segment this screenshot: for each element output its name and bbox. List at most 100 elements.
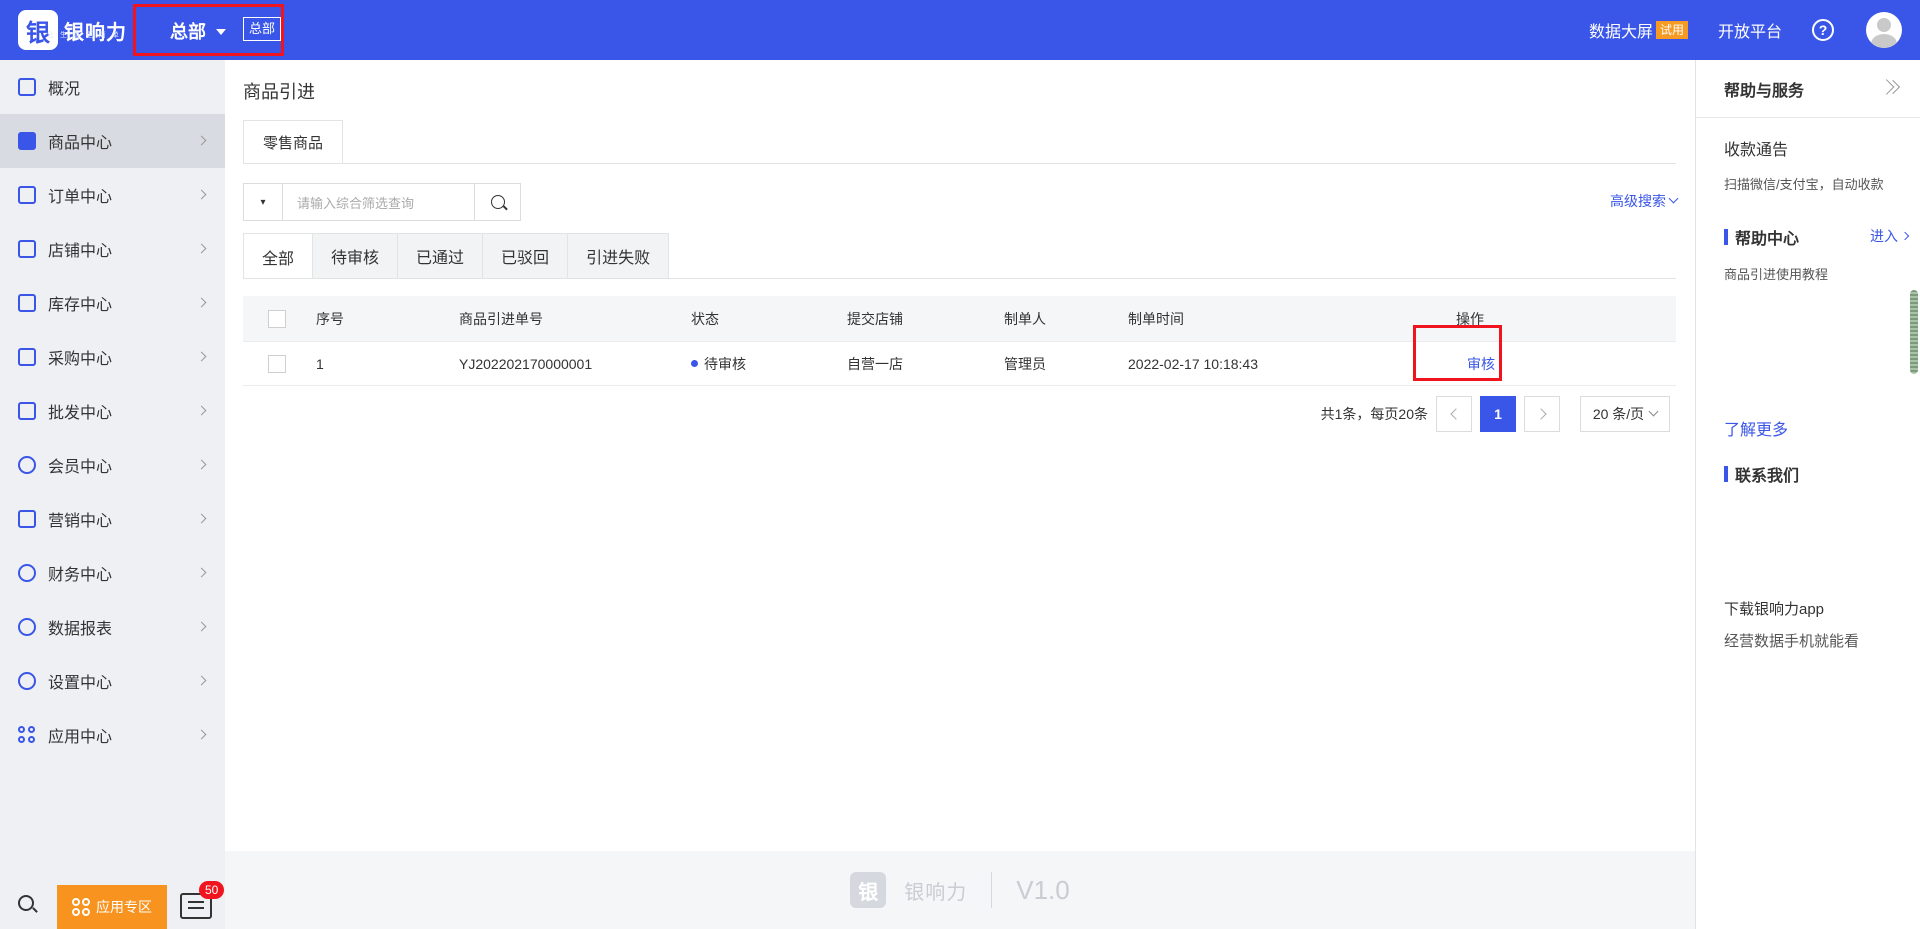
apps-grid-icon bbox=[18, 726, 36, 744]
sidebar-item-apps[interactable]: 应用中心 bbox=[0, 708, 225, 762]
sidebar-item-settings[interactable]: 设置中心 bbox=[0, 654, 225, 708]
chevron-right-icon bbox=[196, 567, 207, 578]
column-header: 商品引进单号 bbox=[459, 310, 543, 327]
tab-retail-goods[interactable]: 零售商品 bbox=[243, 120, 343, 164]
chevron-right-icon bbox=[196, 729, 207, 740]
import-code: YJ202202170000001 bbox=[459, 355, 593, 372]
sidebar-item-wholesale[interactable]: 批发中心 bbox=[0, 384, 225, 438]
data-screen-label: 数据大屏 bbox=[1588, 24, 1653, 41]
tab-failed[interactable]: 引进失败 bbox=[568, 233, 670, 279]
message-count-badge: 50 bbox=[199, 881, 225, 899]
search-icon[interactable] bbox=[18, 895, 34, 911]
chevron-right-icon bbox=[1534, 408, 1547, 420]
contact-label: 联系我们 bbox=[1735, 468, 1800, 485]
prev-page-button[interactable] bbox=[1436, 396, 1472, 432]
app-zone-button[interactable]: 应用专区 bbox=[57, 885, 167, 929]
purchase-icon bbox=[18, 348, 36, 366]
panel-scrollbar[interactable] bbox=[1910, 290, 1918, 374]
help-panel-header: 帮助与服务 bbox=[1696, 60, 1920, 118]
sidebar-item-label: 商品中心 bbox=[48, 135, 113, 152]
status-text: 待审核 bbox=[704, 355, 746, 372]
chevron-right-icon bbox=[1900, 231, 1910, 241]
search-button[interactable] bbox=[475, 183, 521, 221]
search-type-select[interactable]: ▾ bbox=[243, 183, 283, 221]
next-page-button[interactable] bbox=[1524, 396, 1560, 432]
chevron-right-icon bbox=[196, 243, 207, 254]
tab-rejected[interactable]: 已驳回 bbox=[483, 233, 569, 279]
row-checkbox[interactable] bbox=[268, 354, 286, 373]
learn-more-link[interactable]: 了解更多 bbox=[1724, 416, 1788, 440]
data-screen-link[interactable]: 数据大屏 试用 bbox=[1589, 18, 1688, 42]
sidebar: 概况 商品中心 订单中心 店铺中心 库存中心 采购中心 批发中心 会员中心 营销… bbox=[0, 60, 225, 929]
map-icon bbox=[18, 402, 36, 420]
sidebar-item-label: 批发中心 bbox=[48, 405, 113, 422]
avatar[interactable] bbox=[1866, 12, 1902, 48]
gear-icon bbox=[18, 672, 36, 690]
sidebar-item-members[interactable]: 会员中心 bbox=[0, 438, 225, 492]
store-cell: 自营一店 bbox=[847, 355, 903, 372]
sidebar-item-label: 订单中心 bbox=[48, 189, 113, 206]
help-panel: 帮助与服务 收款通告 扫描微信/支付宝，自动收款 帮助中心 进入 商品引进使用教… bbox=[1695, 60, 1920, 929]
help-icon[interactable]: ? bbox=[1812, 19, 1834, 41]
search-bar: ▾ 请输入综合筛选查询 bbox=[243, 183, 521, 221]
chevron-down-icon bbox=[1668, 193, 1679, 203]
home-icon bbox=[18, 78, 36, 96]
tab-divider bbox=[243, 163, 1676, 164]
footer-version: V1.0 bbox=[1016, 874, 1070, 905]
section-bar bbox=[1724, 229, 1728, 245]
download-app-desc: 经营数据手机就能看 bbox=[1724, 633, 1860, 650]
advanced-search-link[interactable]: 高级搜索 bbox=[1610, 191, 1679, 211]
sidebar-item-reports[interactable]: 数据报表 bbox=[0, 600, 225, 654]
chevron-right-icon bbox=[196, 621, 207, 632]
yen-icon bbox=[18, 564, 36, 582]
box-icon bbox=[18, 294, 36, 312]
sidebar-item-purchase[interactable]: 采购中心 bbox=[0, 330, 225, 384]
status-tabs: 全部 待审核 已通过 已驳回 引进失败 bbox=[243, 233, 670, 279]
sidebar-bottom-bar: 应用专区 50 bbox=[0, 879, 225, 929]
help-center-enter-link[interactable]: 进入 bbox=[1870, 226, 1910, 246]
column-header: 提交店铺 bbox=[847, 310, 903, 327]
footer-divider bbox=[991, 872, 993, 908]
chevron-down-icon bbox=[1648, 406, 1659, 416]
chevron-right-icon bbox=[196, 459, 207, 470]
collapse-icon[interactable] bbox=[1885, 79, 1901, 95]
help-panel-title: 帮助与服务 bbox=[1724, 82, 1805, 100]
app-zone-label: 应用专区 bbox=[96, 899, 152, 915]
tutorial-link[interactable]: 商品引进使用教程 bbox=[1724, 264, 1828, 283]
collect-notice-desc: 扫描微信/支付宝，自动收款 bbox=[1724, 177, 1884, 192]
sidebar-item-overview[interactable]: 概况 bbox=[0, 60, 225, 114]
sidebar-item-marketing[interactable]: 营销中心 bbox=[0, 492, 225, 546]
sidebar-item-inventory[interactable]: 库存中心 bbox=[0, 276, 225, 330]
column-header: 制单人 bbox=[1004, 310, 1046, 327]
chevron-right-icon bbox=[196, 351, 207, 362]
time-cell: 2022-02-17 10:18:43 bbox=[1128, 355, 1258, 372]
page-button-current[interactable]: 1 bbox=[1480, 396, 1516, 432]
top-header: 银 银响力 让 生 意 更 简 单 总部 总部 数据大屏 试用 开放平台 ? bbox=[0, 0, 1920, 60]
enter-label: 进入 bbox=[1870, 228, 1898, 244]
header-actions: 数据大屏 试用 开放平台 ? bbox=[1589, 0, 1920, 60]
sidebar-item-label: 应用中心 bbox=[48, 729, 113, 746]
select-all-checkbox[interactable] bbox=[268, 309, 286, 328]
sidebar-item-label: 会员中心 bbox=[48, 459, 113, 476]
open-platform-link[interactable]: 开放平台 bbox=[1718, 18, 1782, 42]
search-icon bbox=[490, 195, 505, 209]
tab-pending[interactable]: 待审核 bbox=[313, 233, 399, 279]
sidebar-item-finance[interactable]: 财务中心 bbox=[0, 546, 225, 600]
chevron-right-icon bbox=[196, 513, 207, 524]
sidebar-item-label: 财务中心 bbox=[48, 567, 113, 584]
status-tab-divider bbox=[243, 278, 1676, 279]
sidebar-item-goods[interactable]: 商品中心 bbox=[0, 114, 225, 168]
sidebar-item-orders[interactable]: 订单中心 bbox=[0, 168, 225, 222]
main-content: 商品引进 零售商品 ▾ 请输入综合筛选查询 高级搜索 全部 待审核 已通过 已驳… bbox=[225, 60, 1695, 929]
page-size-label: 20 条/页 bbox=[1592, 406, 1645, 422]
chevron-right-icon bbox=[196, 135, 207, 146]
tab-approved[interactable]: 已通过 bbox=[398, 233, 484, 279]
highlight-box-review bbox=[1413, 325, 1502, 381]
page-size-select[interactable]: 20 条/页 bbox=[1580, 396, 1670, 432]
pie-chart-icon bbox=[18, 618, 36, 636]
tab-all[interactable]: 全部 bbox=[243, 233, 314, 279]
brand-slogan: 让 生 意 更 简 单 bbox=[47, 32, 121, 39]
chevron-right-icon bbox=[196, 297, 207, 308]
search-input[interactable]: 请输入综合筛选查询 bbox=[283, 183, 475, 221]
sidebar-item-stores[interactable]: 店铺中心 bbox=[0, 222, 225, 276]
